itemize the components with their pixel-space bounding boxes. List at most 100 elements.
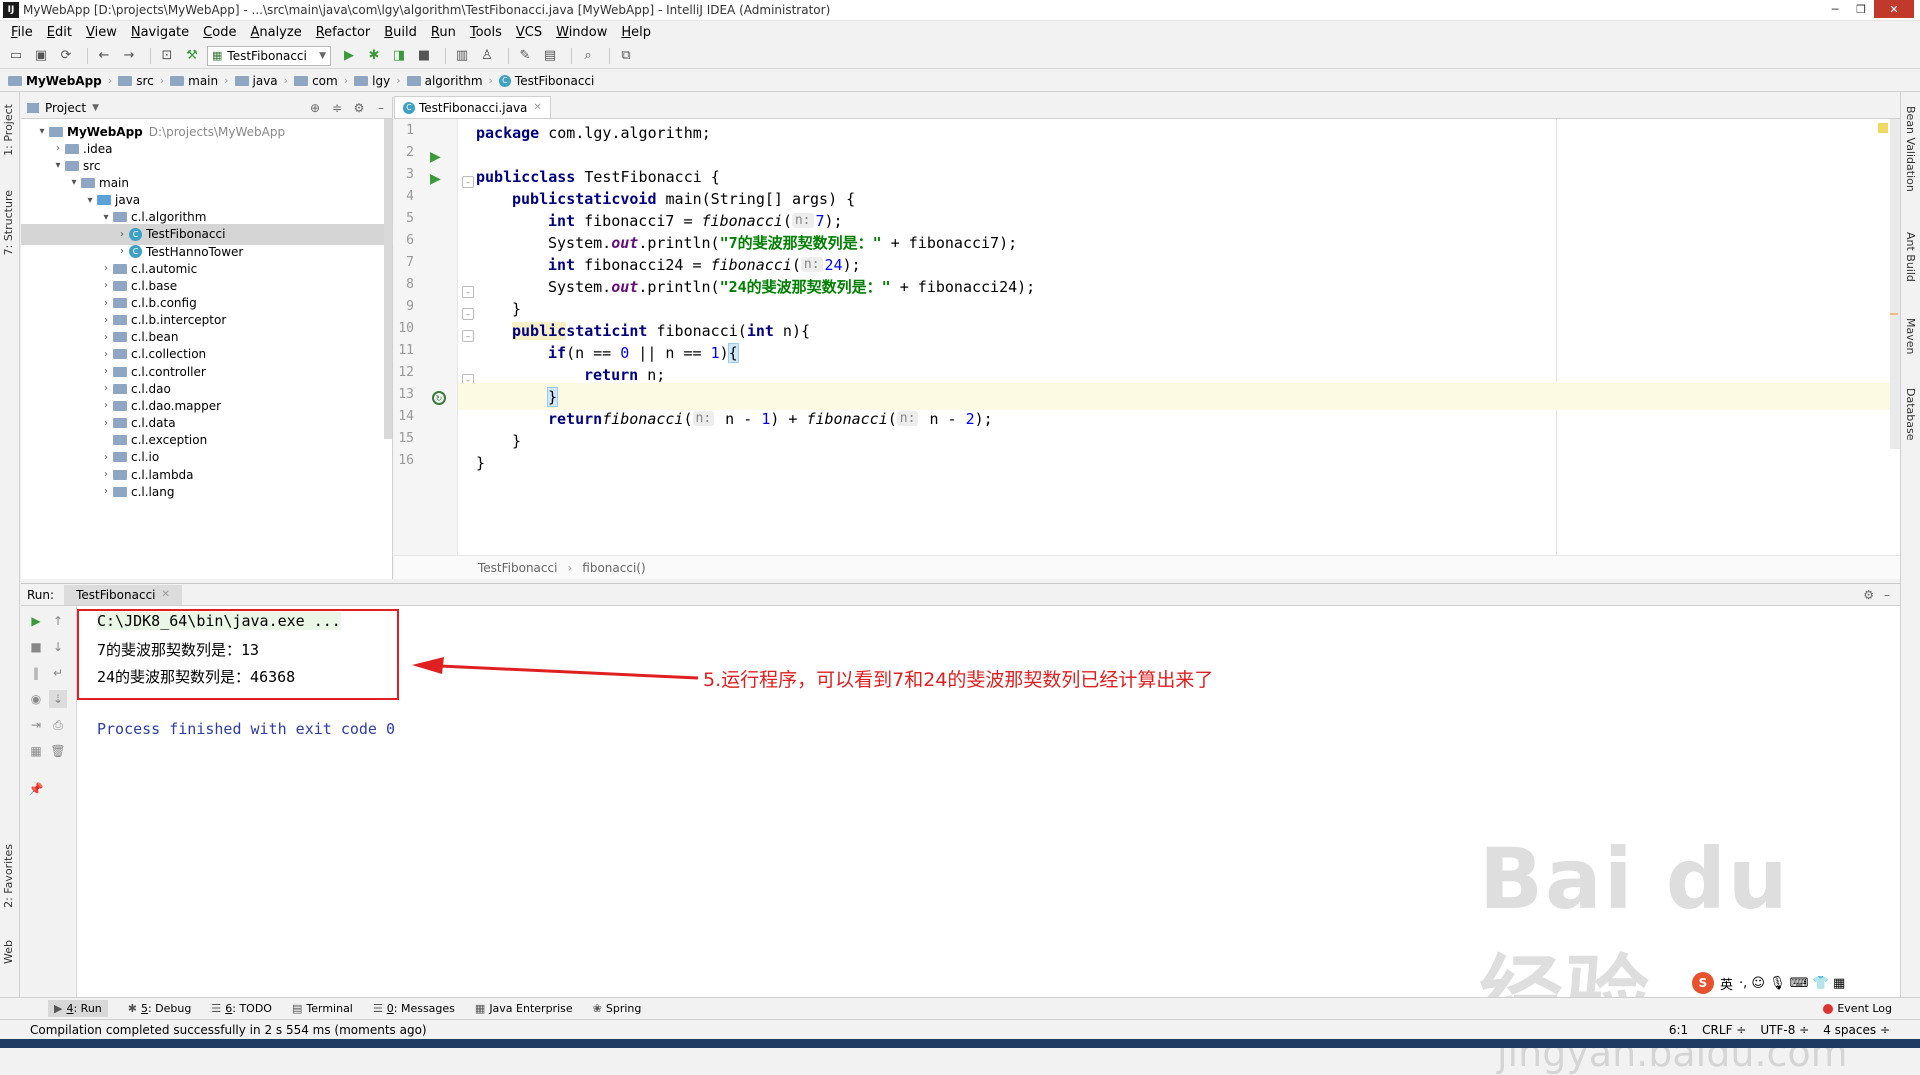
sync-icon[interactable]: ⟳: [56, 46, 76, 66]
project-structure-icon[interactable]: ▥: [452, 46, 472, 66]
editor-crumb-class[interactable]: TestFibonacci: [478, 561, 557, 575]
menu-vcs[interactable]: VCS: [509, 25, 549, 40]
tool-tab-bean-validation[interactable]: Bean Validation: [1904, 106, 1917, 192]
pause-icon[interactable]: ‖: [27, 664, 45, 682]
chevron-down-icon[interactable]: ▾: [51, 160, 65, 171]
breadcrumb-item-java[interactable]: java: [234, 74, 278, 88]
menu-file[interactable]: File: [4, 25, 40, 40]
chevron-down-icon[interactable]: ▾: [99, 212, 113, 223]
line-separator[interactable]: CRLF ÷: [1702, 1023, 1746, 1037]
camera-icon[interactable]: ◉: [27, 690, 45, 708]
tool-tab-ant-build[interactable]: Ant Build: [1904, 232, 1917, 282]
tool-tab-messages[interactable]: ☰ 0: Messages: [373, 1002, 455, 1015]
pin-icon[interactable]: 📌: [27, 780, 45, 798]
hammer-icon[interactable]: ⚒: [182, 46, 202, 66]
project-view-select[interactable]: Project: [45, 101, 86, 115]
editor-crumb-method[interactable]: fibonacci(): [582, 561, 645, 575]
soft-wrap-icon[interactable]: ↵: [49, 664, 67, 682]
chevron-right-icon[interactable]: ›: [99, 280, 113, 291]
run-tab-testfibonacci[interactable]: TestFibonacci ✕: [64, 584, 182, 605]
error-stripe-marker[interactable]: [1890, 313, 1898, 315]
menu-edit[interactable]: Edit: [40, 25, 79, 40]
fold-icon[interactable]: –: [462, 176, 474, 188]
stop-icon[interactable]: ■: [414, 46, 434, 66]
breadcrumb-item-mywebapp[interactable]: MyWebApp: [8, 74, 102, 88]
coverage-icon[interactable]: ◨: [389, 46, 409, 66]
tool-tab-debug[interactable]: ✱ 5: Debug: [128, 1002, 192, 1015]
breadcrumb-item-algorithm[interactable]: algorithm: [406, 74, 483, 88]
chevron-right-icon[interactable]: ›: [99, 383, 113, 394]
chevron-right-icon[interactable]: ›: [99, 452, 113, 463]
build-icon[interactable]: ⊡: [157, 46, 177, 66]
chevron-right-icon[interactable]: ›: [99, 486, 113, 497]
chevron-right-icon[interactable]: ›: [99, 349, 113, 360]
search-icon[interactable]: ⌕: [578, 46, 598, 66]
chevron-right-icon[interactable]: ›: [99, 263, 113, 274]
chevron-down-icon[interactable]: ▾: [35, 126, 49, 137]
layout-icon[interactable]: ▦: [27, 742, 45, 760]
hide-icon[interactable]: –: [1884, 588, 1890, 602]
sogou-logo-icon[interactable]: S: [1692, 972, 1714, 994]
scroll-to-end-icon[interactable]: ⇣: [49, 690, 67, 708]
fold-icon[interactable]: –: [462, 308, 474, 320]
tool-tab-run[interactable]: ▶ 4: Run: [48, 1000, 108, 1017]
gear-icon[interactable]: ⚙: [348, 101, 370, 115]
gear-icon[interactable]: ⚙: [1863, 588, 1874, 602]
fold-icon[interactable]: –: [462, 330, 474, 342]
tool-tab-spring[interactable]: ❀ Spring: [593, 1002, 642, 1015]
chevron-right-icon[interactable]: ›: [99, 418, 113, 429]
tool-tab-todo[interactable]: ☰ 6: TODO: [211, 1002, 272, 1015]
chevron-right-icon[interactable]: ›: [51, 143, 65, 154]
print-icon[interactable]: ⎙: [49, 716, 67, 734]
menu-help[interactable]: Help: [614, 25, 658, 40]
breadcrumb-item-com[interactable]: com: [294, 74, 338, 88]
hide-icon[interactable]: –: [370, 101, 392, 115]
maximize-button[interactable]: ❐: [1848, 0, 1874, 18]
forward-icon[interactable]: →: [119, 46, 139, 66]
sdk-icon[interactable]: ♙: [477, 46, 497, 66]
editor-tab-testfibonacci[interactable]: C TestFibonacci.java ✕: [394, 96, 551, 118]
tool-tab-structure[interactable]: 7: Structure: [2, 190, 15, 255]
chevron-right-icon[interactable]: ›: [99, 298, 113, 309]
caret-position[interactable]: 6:1: [1669, 1023, 1688, 1037]
run-icon[interactable]: ▶: [339, 46, 359, 66]
chevron-right-icon[interactable]: ›: [99, 366, 113, 377]
tool-tab-java-enterprise[interactable]: ▦ Java Enterprise: [475, 1002, 573, 1015]
menu-tools[interactable]: Tools: [463, 25, 509, 40]
code-editor[interactable]: 1 2 3 4 5 6 7 8 9 10 11 12 13 14 15 16 ▶ ▶ – – – – – ↻ …: [394, 119, 1900, 555]
breadcrumb-item-testfibonacci[interactable]: C TestFibonacci: [498, 74, 594, 88]
debug-icon[interactable]: ✱: [364, 46, 384, 66]
tool-tab-maven[interactable]: Maven: [1904, 318, 1917, 354]
indent-setting[interactable]: 4 spaces ÷: [1823, 1023, 1890, 1037]
menu-navigate[interactable]: Navigate: [124, 25, 196, 40]
back-icon[interactable]: ←: [94, 46, 114, 66]
chevron-right-icon[interactable]: ›: [115, 229, 129, 240]
fold-icon[interactable]: –: [462, 286, 474, 298]
status-message[interactable]: Compilation completed successfully in 2 …: [30, 1023, 427, 1037]
editor-scrollbar[interactable]: [1890, 119, 1900, 449]
ime-tools-icons[interactable]: ·, ☺ 🎙 ⌨ 👕 ▦: [1739, 976, 1845, 991]
settings-icon[interactable]: ✎: [515, 46, 535, 66]
tree-item-c-l-lang[interactable]: › c.l.lang: [99, 481, 174, 502]
close-icon[interactable]: ✕: [162, 589, 170, 600]
breadcrumb-item-main[interactable]: main: [170, 74, 218, 88]
chevron-right-icon[interactable]: ›: [115, 246, 129, 257]
tool-tab-terminal[interactable]: ▤ Terminal: [292, 1002, 353, 1015]
menu-build[interactable]: Build: [377, 25, 424, 40]
run-configuration-select[interactable]: ▦ TestFibonacci ▼: [207, 45, 331, 66]
minimize-button[interactable]: ─: [1822, 0, 1848, 18]
file-encoding[interactable]: UTF-8 ÷: [1760, 1023, 1809, 1037]
close-icon[interactable]: ✕: [533, 102, 541, 113]
chevron-down-icon[interactable]: ▾: [67, 177, 81, 188]
collapse-all-icon[interactable]: ≑: [326, 101, 348, 115]
tool-tab-web[interactable]: Web: [2, 940, 15, 964]
save-icon[interactable]: ▣: [31, 46, 51, 66]
menu-refactor[interactable]: Refactor: [309, 25, 378, 40]
tool-tab-project[interactable]: 1: Project: [2, 104, 15, 156]
chevron-right-icon[interactable]: ›: [99, 469, 113, 480]
menu-window[interactable]: Window: [549, 25, 614, 40]
chevron-down-icon[interactable]: ▾: [83, 195, 97, 206]
exit-icon[interactable]: ⇥: [27, 716, 45, 734]
inspection-status-icon[interactable]: [1878, 123, 1888, 133]
run-class-icon[interactable]: ▶: [430, 149, 441, 165]
